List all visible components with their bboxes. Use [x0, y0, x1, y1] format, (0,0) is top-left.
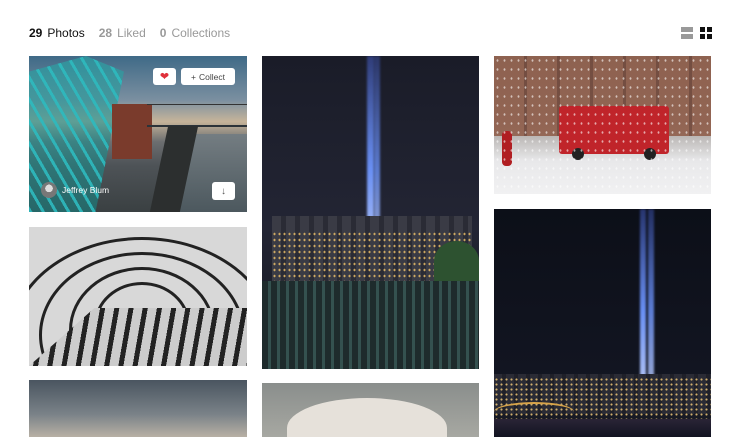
tab-collections-count: 0 — [159, 26, 167, 40]
avatar — [41, 182, 57, 198]
tab-photos-count: 29 — [29, 26, 43, 40]
tab-collections-label: Collections — [171, 26, 231, 40]
download-button[interactable]: ↓ — [212, 182, 235, 200]
tab-collections[interactable]: 0 Collections — [160, 26, 230, 40]
author-name: Jeffrey Blum — [62, 185, 110, 195]
photo-card-walkway[interactable] — [29, 227, 247, 366]
profile-tabs: 29 Photos 28 Liked 0 Collections — [29, 26, 230, 40]
like-button[interactable]: ❤ — [153, 68, 176, 85]
tab-liked-label: Liked — [117, 26, 146, 40]
photo-card-waterfront[interactable]: ❤ + Collect Jeffrey Blum ↓ — [29, 56, 247, 212]
tab-liked[interactable]: 28 Liked — [99, 26, 146, 40]
list-view-icon[interactable] — [681, 27, 693, 39]
tab-photos[interactable]: 29 Photos — [29, 26, 85, 40]
photo-card-cloudy-sky[interactable] — [29, 380, 247, 437]
download-arrow-icon: ↓ — [221, 185, 226, 197]
view-toggles — [681, 27, 712, 39]
tab-liked-count: 28 — [98, 26, 113, 40]
tab-photos-label: Photos — [47, 26, 85, 40]
collect-label: Collect — [198, 71, 225, 82]
heart-icon: ❤ — [159, 71, 170, 83]
plus-icon: + — [191, 71, 196, 82]
grid-view-icon[interactable] — [700, 27, 712, 39]
photo-card-cat[interactable] — [262, 383, 479, 437]
collect-button[interactable]: + Collect — [181, 68, 235, 85]
photo-card-fire-truck[interactable] — [494, 56, 711, 194]
photo-card-tribute-city[interactable] — [494, 209, 711, 437]
photo-card-tribute-pier[interactable] — [262, 56, 479, 369]
author-link[interactable]: Jeffrey Blum — [41, 182, 109, 198]
